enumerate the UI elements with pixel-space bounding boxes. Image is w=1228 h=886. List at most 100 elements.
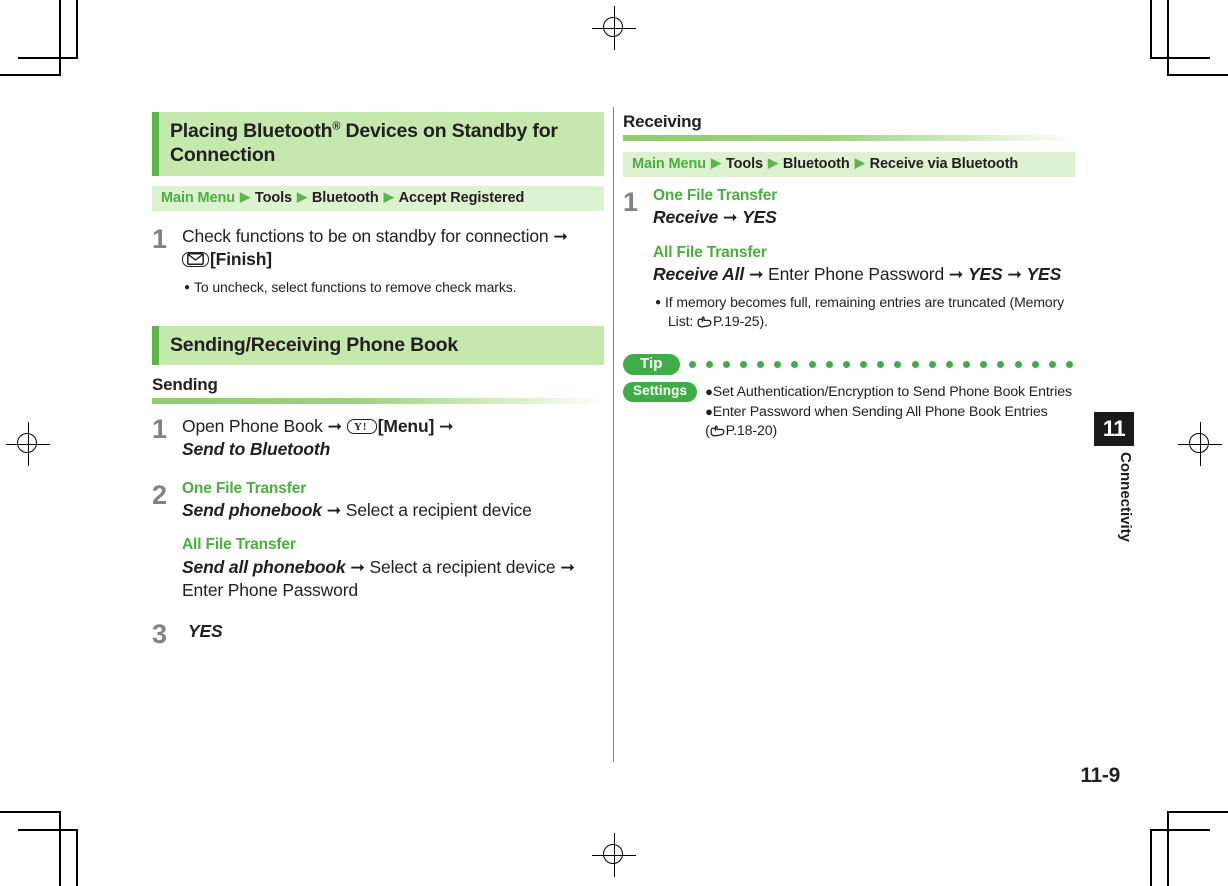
section-heading-text: Placing Bluetooth® Devices on Standby fo… bbox=[159, 112, 604, 176]
step-note: ● If memory becomes full, remaining entri… bbox=[653, 293, 1075, 332]
tip-text: ●Set Authentication/Encryption to Send P… bbox=[705, 382, 1072, 444]
menu-item-send-all-phonebook: Send all phonebook bbox=[182, 556, 346, 577]
settings-badge: Settings bbox=[623, 382, 698, 403]
page-number: 11-9 bbox=[1080, 764, 1120, 787]
triangle-separator-icon: ▶ bbox=[240, 188, 250, 204]
tip-badge: Tip bbox=[623, 354, 680, 376]
step-body: Check functions to be on standby for con… bbox=[182, 225, 604, 297]
navpath-item-accept-registered: Accept Registered bbox=[398, 189, 525, 206]
menu-item-send-phonebook: Send phonebook bbox=[182, 500, 322, 521]
menu-item-send-to-bluetooth: Send to Bluetooth bbox=[182, 439, 331, 460]
navigation-path-accept-registered: Main Menu ▶ Tools ▶ Bluetooth ▶ Accept Registe… bbox=[152, 185, 604, 211]
navpath-item-tools: Tools bbox=[254, 189, 293, 206]
subheading-rule bbox=[623, 135, 1075, 141]
step-number: 3 bbox=[152, 619, 168, 650]
arrow-icon: ➞ bbox=[438, 416, 454, 437]
step-body: One File Transfer Receive ➞ YES All File… bbox=[653, 186, 1075, 332]
manual-page: Placing Bluetooth® Devices on Standby fo… bbox=[0, 0, 1228, 886]
navpath-root: Main Menu bbox=[161, 189, 236, 206]
navpath-item-bluetooth: Bluetooth bbox=[782, 156, 850, 172]
step-text: Open Phone Book bbox=[182, 416, 328, 437]
subheading-receiving: Receiving bbox=[623, 112, 702, 131]
menu-item-receive: Receive bbox=[653, 207, 719, 228]
reference-page-number: P.19-25). bbox=[712, 312, 768, 329]
tip-body: Settings ●Set Authentication/Encryption … bbox=[623, 382, 1075, 444]
step-number: 1 bbox=[152, 414, 168, 445]
menu-item-yes: YES bbox=[742, 207, 777, 228]
section-heading-text: Sending/Receiving Phone Book bbox=[170, 333, 459, 356]
variant-label-one-file-transfer: One File Transfer bbox=[653, 187, 778, 204]
section-heading-placing-bluetooth: Placing Bluetooth® Devices on Standby fo… bbox=[152, 112, 604, 176]
arrow-icon: ➞ bbox=[560, 556, 575, 577]
key-label-menu: [Menu] bbox=[377, 416, 435, 437]
tip-header: Tip bbox=[623, 354, 1075, 376]
tip-line-2: Enter Password when Sending All Phone Bo… bbox=[712, 403, 1048, 420]
step-item: 1 One File Transfer Receive ➞ YES All Fi… bbox=[623, 186, 1075, 332]
variant-label-one-file-transfer: One File Transfer bbox=[182, 479, 307, 497]
yahoo-key-icon: Y ! bbox=[346, 419, 377, 435]
triangle-separator-icon: ▶ bbox=[711, 155, 721, 170]
arrow-icon: ➞ bbox=[350, 556, 365, 577]
navigation-path-receive-via-bluetooth: Main Menu ▶ Tools ▶ Bluetooth ▶ Receive via Bl… bbox=[623, 152, 1075, 177]
step-text: Check functions to be on standby for con… bbox=[182, 225, 554, 246]
bullet-dot-icon: ● bbox=[655, 297, 661, 309]
step-number: 2 bbox=[152, 479, 168, 510]
step-item: 2 One File Transfer Send phonebook ➞ Sel… bbox=[152, 479, 604, 603]
arrow-icon: ➞ bbox=[326, 500, 342, 521]
step-item: 1 Check functions to be on standby for c… bbox=[152, 225, 604, 297]
step-item: 3 YES bbox=[152, 620, 604, 648]
step-note-text-line1: If memory becomes full, remaining entrie… bbox=[664, 294, 1065, 311]
menu-item-yes: YES bbox=[1026, 264, 1062, 285]
step-text: Select a recipient device bbox=[345, 500, 532, 521]
step-text: Enter Phone Password bbox=[182, 579, 358, 600]
svg-text:!: ! bbox=[363, 422, 366, 432]
bullet-dot-icon: ● bbox=[705, 384, 713, 400]
right-column: Receiving Main Menu ▶ Tools ▶ Bluetooth ▶ Rece… bbox=[623, 112, 1075, 444]
step-body: One File Transfer Send phonebook ➞ Selec… bbox=[182, 479, 604, 603]
variant-label-all-file-transfer: All File Transfer bbox=[653, 243, 767, 261]
envelope-key-icon bbox=[182, 252, 209, 268]
triangle-separator-icon: ▶ bbox=[297, 188, 307, 204]
tip-line-1: Set Authentication/Encryption to Send Ph… bbox=[712, 384, 1072, 401]
step-note-text: To uncheck, select functions to remove c… bbox=[193, 279, 517, 296]
step-number: 1 bbox=[623, 187, 639, 217]
step-text: Select a recipient device bbox=[369, 556, 556, 577]
heading-accent-bar bbox=[152, 112, 159, 176]
subheading-sending: Sending bbox=[152, 375, 218, 395]
step-note: ● To uncheck, select functions to remove … bbox=[182, 278, 604, 296]
navpath-item-tools: Tools bbox=[725, 156, 764, 172]
arrow-icon: ➞ bbox=[553, 225, 568, 246]
arrow-icon: ➞ bbox=[748, 264, 764, 285]
arrow-icon: ➞ bbox=[948, 264, 964, 285]
variant-label-all-file-transfer: All File Transfer bbox=[182, 536, 296, 554]
heading-accent-bar bbox=[152, 325, 159, 366]
chapter-number-tab: 11 bbox=[1094, 412, 1134, 446]
variant-block-all-file-transfer: All File Transfer Receive All ➞ Enter Ph… bbox=[653, 243, 1075, 333]
menu-item-yes: YES bbox=[188, 621, 223, 642]
arrow-icon: ➞ bbox=[327, 416, 343, 437]
bullet-dot-icon: ● bbox=[705, 403, 713, 419]
bullet-dot-icon: ● bbox=[184, 282, 190, 294]
triangle-separator-icon: ▶ bbox=[768, 155, 778, 170]
navpath-item-bluetooth: Bluetooth bbox=[311, 189, 379, 206]
section-heading-main: Placing Bluetooth bbox=[170, 120, 333, 142]
navpath-root: Main Menu bbox=[632, 156, 707, 172]
key-label-finish: [Finish] bbox=[210, 249, 272, 270]
navpath-item-receive-via-bluetooth: Receive via Bluetooth bbox=[869, 156, 1019, 172]
step-body: Open Phone Book ➞ Y ! [Menu] ➞ Send to B… bbox=[182, 415, 604, 462]
arrow-icon: ➞ bbox=[722, 207, 738, 228]
step-text: Enter Phone Password bbox=[768, 264, 945, 285]
pointing-hand-reference-icon bbox=[710, 424, 725, 444]
left-column: Placing Bluetooth® Devices on Standby fo… bbox=[152, 112, 604, 648]
subheading-rule bbox=[152, 398, 604, 405]
step-note-text-line2: List: bbox=[668, 312, 697, 329]
step-number: 1 bbox=[152, 223, 168, 254]
pointing-hand-reference-icon bbox=[697, 314, 712, 332]
triangle-separator-icon: ▶ bbox=[854, 155, 865, 170]
step-body: YES bbox=[182, 620, 604, 648]
arrow-icon: ➞ bbox=[1007, 264, 1022, 285]
triangle-separator-icon: ▶ bbox=[383, 188, 394, 204]
tip-dotted-rule bbox=[688, 361, 1075, 369]
variant-block-all-file-transfer: All File Transfer Send all phonebook ➞ S… bbox=[182, 535, 604, 602]
tip-reference-page-number: P.18-20) bbox=[725, 423, 778, 440]
